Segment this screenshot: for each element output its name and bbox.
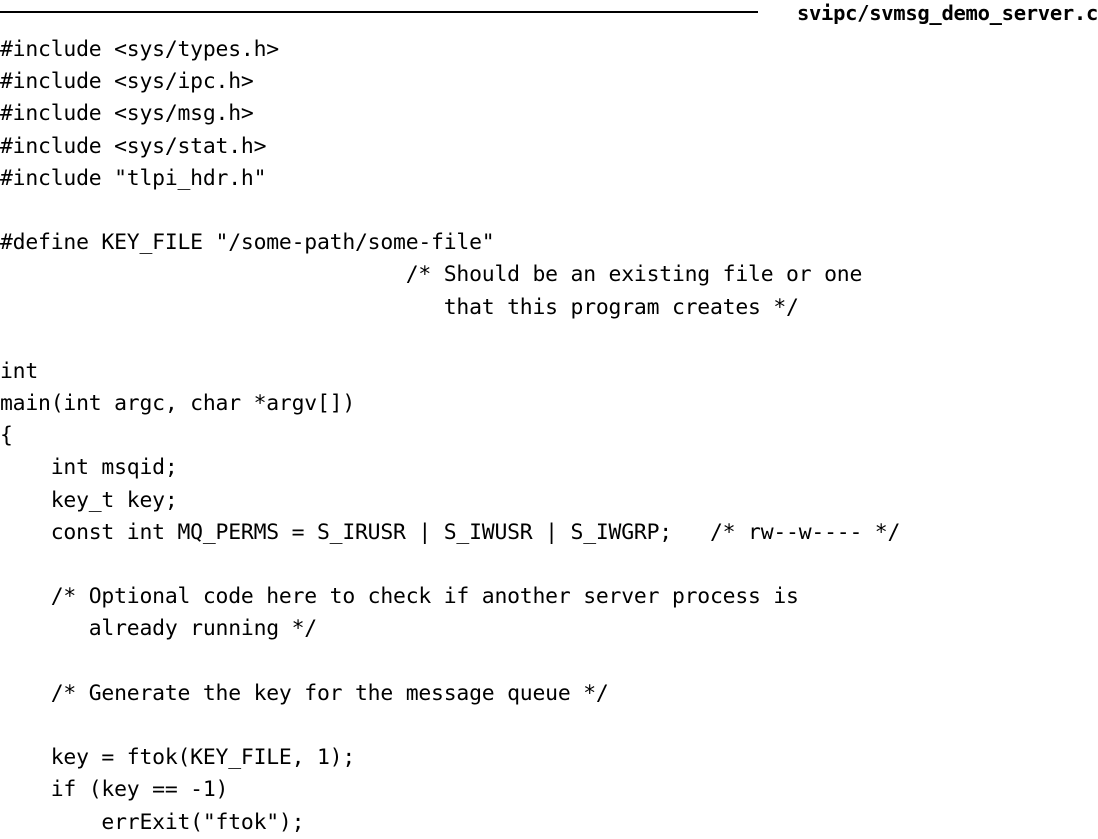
code-line: errExit("ftok"); [0,809,305,835]
code-line: key = ftok(KEY_FILE, 1); [0,745,355,771]
code-line: /* Optional code here to check if anothe… [0,584,799,610]
code-line: key_t key; [0,487,178,513]
listing-header: svipc/svmsg_demo_server.c [0,0,1098,28]
code-line: that this program creates */ [0,294,799,320]
code-line: if (key == -1) [0,777,229,803]
code-line: int [0,358,39,384]
code-line: #define KEY_FILE "/some-path/some-file" [0,230,495,256]
code-line: main(int argc, char *argv[]) [0,391,355,417]
code-line: int msqid; [0,455,178,481]
code-line: #include <sys/stat.h> [0,133,267,159]
code-line: already running */ [0,616,317,642]
code-line: #include "tlpi_hdr.h" [0,165,267,191]
code-line: /* Should be an existing file or one [0,262,863,288]
header-rule [0,11,758,13]
code-line: const int MQ_PERMS = S_IRUSR | S_IWUSR |… [0,519,901,545]
code-listing: #include <sys/types.h> #include <sys/ipc… [0,34,900,839]
code-line: /* Generate the key for the message queu… [0,680,609,706]
code-line: #include <sys/types.h> [0,37,279,62]
listing-filename: svipc/svmsg_demo_server.c [796,1,1098,25]
code-line: #include <sys/ipc.h> [0,69,254,95]
code-line: #include <sys/msg.h> [0,101,254,127]
code-line: { [0,423,13,449]
